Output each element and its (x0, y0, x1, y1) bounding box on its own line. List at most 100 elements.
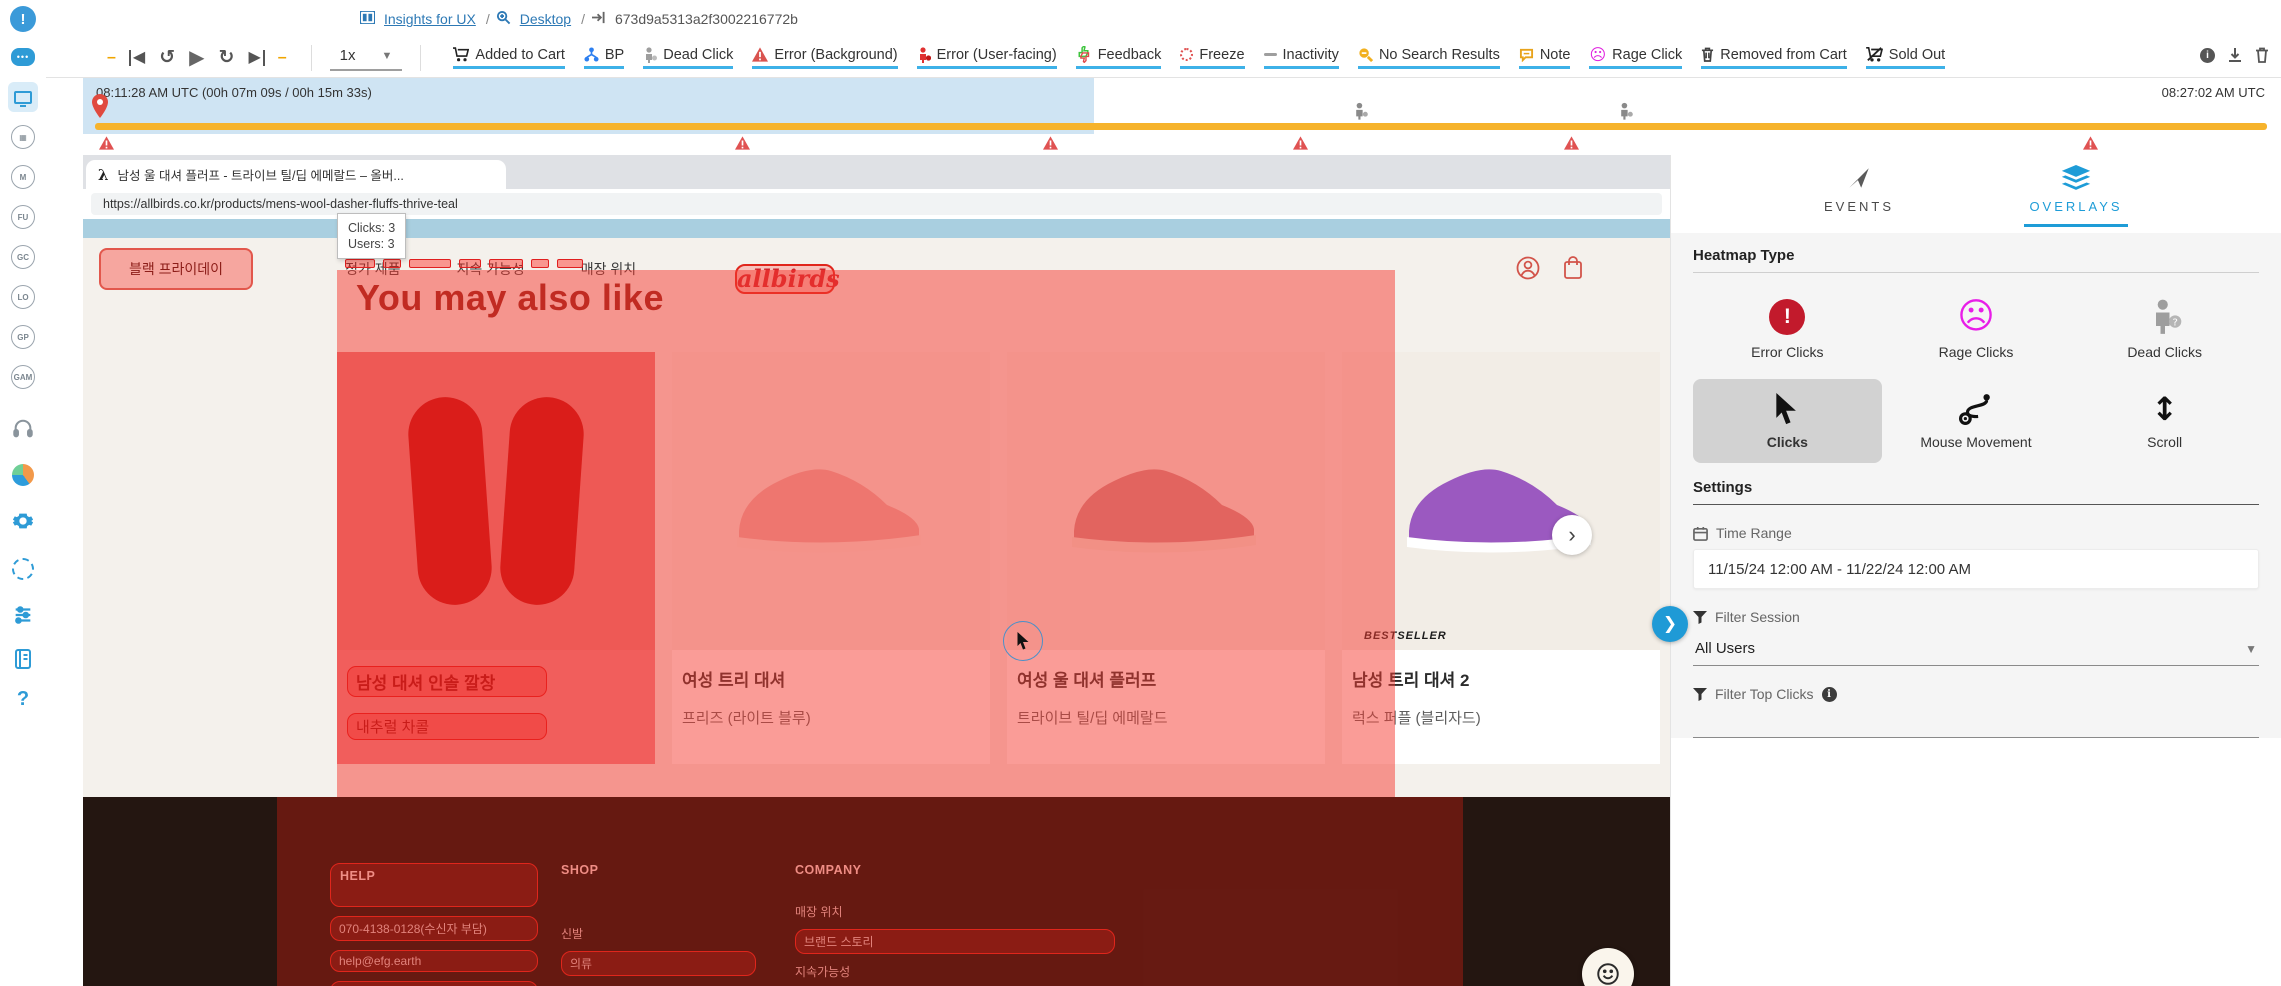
footer-help-box[interactable]: HELP (330, 863, 538, 907)
filter-top-clicks-area[interactable] (1693, 702, 2259, 738)
carousel-next-button[interactable]: › (1552, 515, 1592, 555)
replay-forward-button[interactable]: ↻ (219, 48, 235, 67)
chip-dead-click[interactable]: Dead Click (643, 47, 733, 69)
error-marker-icon[interactable] (1043, 136, 1058, 155)
account-icon[interactable] (1516, 256, 1540, 280)
cart-bag-icon[interactable] (1562, 256, 1584, 280)
chip-removed-from-cart[interactable]: Removed from Cart (1701, 47, 1847, 69)
help-icon[interactable]: ? (8, 684, 38, 714)
nav-link-stores[interactable]: 매장 위치 (581, 259, 636, 279)
download-icon[interactable] (2227, 47, 2243, 63)
app-badge-gp-icon[interactable]: GP (8, 322, 38, 352)
chip-added-to-cart[interactable]: Added to Cart (453, 47, 564, 69)
product-subtitle: 트라이브 틸/딥 에메랄드 (1017, 707, 1315, 728)
skip-back-button[interactable]: ◀ (129, 50, 145, 66)
filter-session-select[interactable]: All Users ▼ (1693, 631, 2259, 666)
breadcrumb-link-desktop[interactable]: Desktop (520, 11, 571, 27)
app-badge-fu-icon[interactable]: FU (8, 202, 38, 232)
breadcrumb-link-insights[interactable]: Insights for UX (384, 11, 476, 27)
user-marker-icon[interactable] (1618, 102, 1633, 125)
type-dead-clicks[interactable]: ? Dead Clicks (2070, 287, 2259, 371)
type-clicks-selected[interactable]: Clicks (1693, 379, 1882, 463)
chip-inactivity[interactable]: Inactivity (1264, 47, 1339, 69)
footer-link-apparel[interactable]: 의류 (561, 951, 756, 976)
chip-no-search-results[interactable]: No Search Results (1358, 47, 1500, 69)
error-marker-icon[interactable] (1293, 136, 1308, 155)
alert-badge-icon[interactable]: ! (10, 6, 36, 32)
chip-error-background[interactable]: Error (Background) (752, 47, 897, 69)
note-bubble-icon (1519, 48, 1534, 62)
footer-link-returns[interactable]: 교환/반품 (330, 981, 538, 986)
chat-bubble-icon[interactable]: ••• (8, 42, 38, 72)
tab-events[interactable]: EVENTS (1824, 165, 1894, 233)
error-marker-icon[interactable] (1564, 136, 1579, 155)
app-badge-gam-icon[interactable]: GAM (8, 362, 38, 392)
playhead-pin-icon[interactable] (91, 94, 109, 125)
journal-book-icon[interactable] (8, 644, 38, 674)
tab-title: 남성 울 대셔 플러프 - 트라이브 틸/딥 에메랄드 – 올버... (118, 165, 404, 184)
tab-overlays[interactable]: OVERLAYS (2024, 165, 2128, 233)
settings-gear-icon[interactable] (8, 506, 38, 536)
timeline-activity-bar[interactable] (95, 123, 2267, 130)
site-announcement-bar[interactable] (83, 219, 1670, 238)
product-title: 여성 울 대셔 플러프 (1017, 666, 1315, 691)
footer-link-brand-story[interactable]: 브랜드 스토리 (795, 929, 1115, 954)
globe-icon[interactable] (8, 460, 38, 490)
panel-collapse-button[interactable]: ❯ (1652, 606, 1688, 642)
product-info: 남성 트리 대셔 2 럭스 퍼플 (블리자드) (1342, 650, 1660, 764)
error-marker-icon[interactable] (735, 136, 750, 155)
site-footer: HELP 070-4138-0128(수신자 부담) help@efg.eart… (83, 797, 1670, 986)
app-badge-gc-icon[interactable]: GC (8, 242, 38, 272)
breadcrumb-separator: / (486, 11, 490, 27)
footer-col-shop: SHOP 신발 의류 속옷 (561, 863, 756, 986)
product-card[interactable]: 여성 울 대셔 플러프 트라이브 틸/딥 에메랄드 (1007, 352, 1325, 764)
footer-link-shoes[interactable]: 신발 (561, 927, 583, 941)
replay-back-button[interactable]: ↺ (159, 48, 175, 67)
info-icon[interactable]: i (1822, 687, 1837, 702)
chip-sold-out[interactable]: Sold Out (1866, 47, 1945, 69)
allbirds-logo[interactable]: allbirds (735, 264, 835, 294)
product-card[interactable]: 여성 트리 대셔 프리즈 (라이트 블루) (672, 352, 990, 764)
footer-col-company: COMPANY 매장 위치 브랜드 스토리 지속가능성 우리가 사용하는 소재 (795, 863, 1115, 986)
type-mouse-movement[interactable]: Mouse Movement (1882, 379, 2071, 463)
user-marker-icon[interactable] (1353, 102, 1368, 125)
product-card[interactable]: BESTSELLER 남성 트리 대셔 2 럭스 퍼플 (블리자드) (1342, 352, 1660, 764)
dashed-circle-icon[interactable] (8, 554, 38, 584)
filter-icon (1693, 688, 1707, 701)
session-timeline[interactable]: 08:11:28 AM UTC (00h 07m 09s / 00h 15m 3… (46, 78, 2281, 155)
sliders-icon[interactable] (8, 600, 38, 630)
chip-error-user-facing[interactable]: Error (User-facing) (917, 47, 1057, 69)
chip-feedback[interactable]: Feedback (1076, 46, 1162, 69)
footer-link-phone[interactable]: 070-4138-0128(수신자 부담) (330, 916, 538, 941)
session-id: 673d9a5313a2f3002216772b (615, 11, 798, 27)
browser-tab[interactable]: λ 남성 울 대셔 플러프 - 트라이브 틸/딥 에메랄드 – 올버... (86, 160, 506, 189)
footer-link-email[interactable]: help@efg.earth (330, 950, 538, 972)
error-marker-icon[interactable] (2083, 136, 2098, 155)
type-scroll[interactable]: ↕ Scroll (2070, 379, 2259, 463)
chip-freeze[interactable]: Freeze (1180, 47, 1244, 69)
play-button[interactable]: ▶ (189, 48, 204, 68)
time-range-input[interactable]: 11/15/24 12:00 AM - 11/22/24 12:00 AM (1693, 549, 2259, 589)
search-icon (1358, 47, 1373, 62)
chip-note[interactable]: Note (1519, 47, 1571, 69)
type-error-clicks[interactable]: ! Error Clicks (1693, 287, 1882, 371)
app-badge-m-icon[interactable]: M (8, 162, 38, 192)
error-marker-icon[interactable] (99, 136, 114, 155)
promo-button[interactable]: 블랙 프라이데이 (99, 248, 253, 290)
info-icon[interactable]: i (2200, 48, 2215, 63)
skip-forward-button[interactable]: ▶ (248, 50, 264, 66)
footer-link-stores[interactable]: 매장 위치 (795, 905, 843, 919)
playback-speed-select[interactable]: 1x ▼ (330, 44, 403, 71)
chip-bp[interactable]: BP (584, 47, 624, 69)
url-field[interactable]: https://allbirds.co.kr/products/mens-woo… (91, 193, 1662, 215)
delete-icon[interactable] (2255, 47, 2269, 63)
type-rage-clicks[interactable]: ☹ Rage Clicks (1882, 287, 2071, 371)
support-headset-icon[interactable] (8, 414, 38, 444)
chip-rage-click[interactable]: ☹ Rage Click (1589, 47, 1682, 69)
session-replay-icon[interactable] (8, 82, 38, 112)
product-card[interactable]: 남성 대셔 인솔 깔창 내추럴 차콜 (337, 352, 655, 764)
grid-app-icon[interactable]: ▦ (8, 122, 38, 152)
app-badge-lo-icon[interactable]: LO (8, 282, 38, 312)
footer-link-sustainability[interactable]: 지속가능성 (795, 965, 850, 979)
time-range-label-row: Time Range (1693, 525, 2259, 541)
